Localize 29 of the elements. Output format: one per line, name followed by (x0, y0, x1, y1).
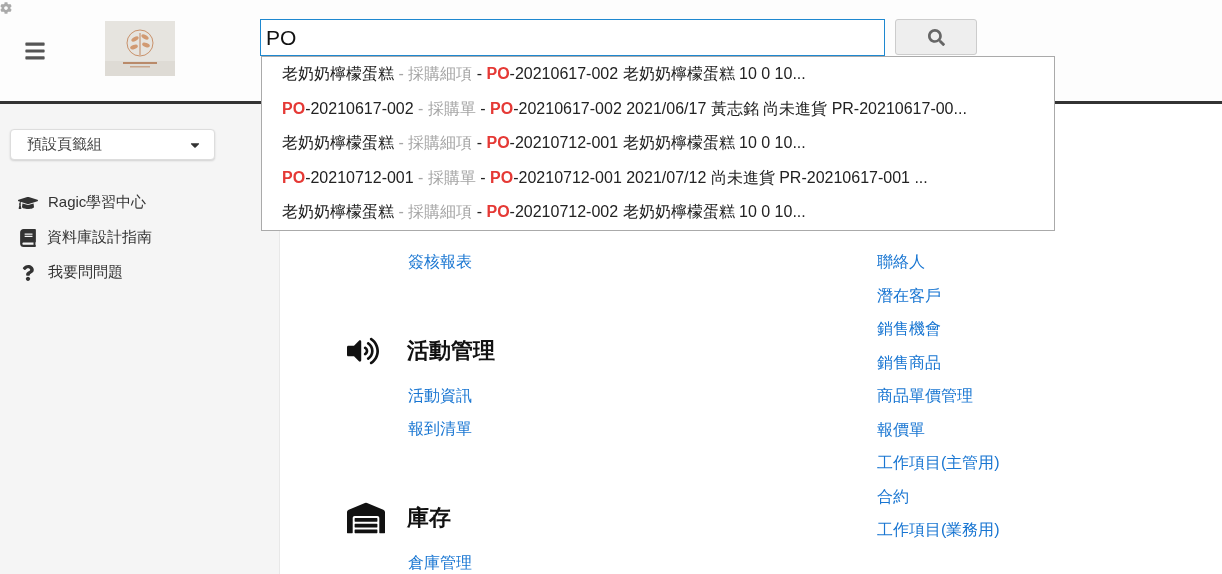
sheet-link[interactable]: 合約 (877, 479, 1000, 513)
sidebar-link[interactable]: 我要問問題 (10, 255, 279, 290)
sheet-link[interactable]: 報到清單 (345, 412, 877, 446)
sidebar-link-label: 資料庫設計指南 (47, 228, 152, 247)
sheet-link[interactable]: 報價單 (877, 412, 1000, 446)
search-button[interactable] (895, 19, 977, 55)
section-title: 活動管理 (407, 336, 495, 365)
tab-group-select[interactable]: 預設頁籤組 (10, 129, 215, 160)
suggestion-item[interactable]: PO-20210617-002 - 採購單 - PO-20210617-002 2021/06/17 黃志銘 尚未進貨 PR-20210617-00... (262, 91, 1054, 127)
book-icon (19, 228, 37, 247)
section-title: 庫存 (407, 503, 451, 532)
sheet-link[interactable]: 銷售商品 (877, 345, 1000, 379)
sheet-link[interactable]: 聯絡人 (877, 245, 1000, 279)
sheet-link[interactable]: 商品單價管理 (877, 379, 1000, 413)
sidebar-link-label: 我要問問題 (48, 263, 123, 282)
search-field[interactable]: PO (260, 19, 885, 56)
sheet-link[interactable]: 工作項目(主管用) (877, 446, 1000, 480)
sheet-link[interactable]: 潛在客戶 (877, 278, 1000, 312)
sidebar-link-label: Ragic學習中心 (48, 193, 147, 212)
help-icon (20, 264, 36, 281)
sheet-link[interactable]: 工作項目(業務用) (877, 513, 1000, 547)
suggestion-item[interactable]: 老奶奶檸檬蛋糕 - 採購細項 - PO-20210712-001 老奶奶檸檬蛋糕 10 0 10... (262, 126, 1054, 161)
menu-icon[interactable] (23, 40, 47, 62)
suggestion-item[interactable]: 老奶奶檸檬蛋糕 - 採購細項 - PO-20210617-002 老奶奶檸檬蛋糕 10 0 10... (262, 57, 1054, 92)
sheet-link[interactable]: 倉庫管理 (345, 545, 877, 574)
sheet-link[interactable]: 簽核報表 (345, 245, 877, 279)
sheet-link[interactable]: 活動資訊 (345, 378, 877, 412)
search-icon (927, 28, 945, 46)
sheet-link[interactable]: 銷售機會 (877, 312, 1000, 346)
